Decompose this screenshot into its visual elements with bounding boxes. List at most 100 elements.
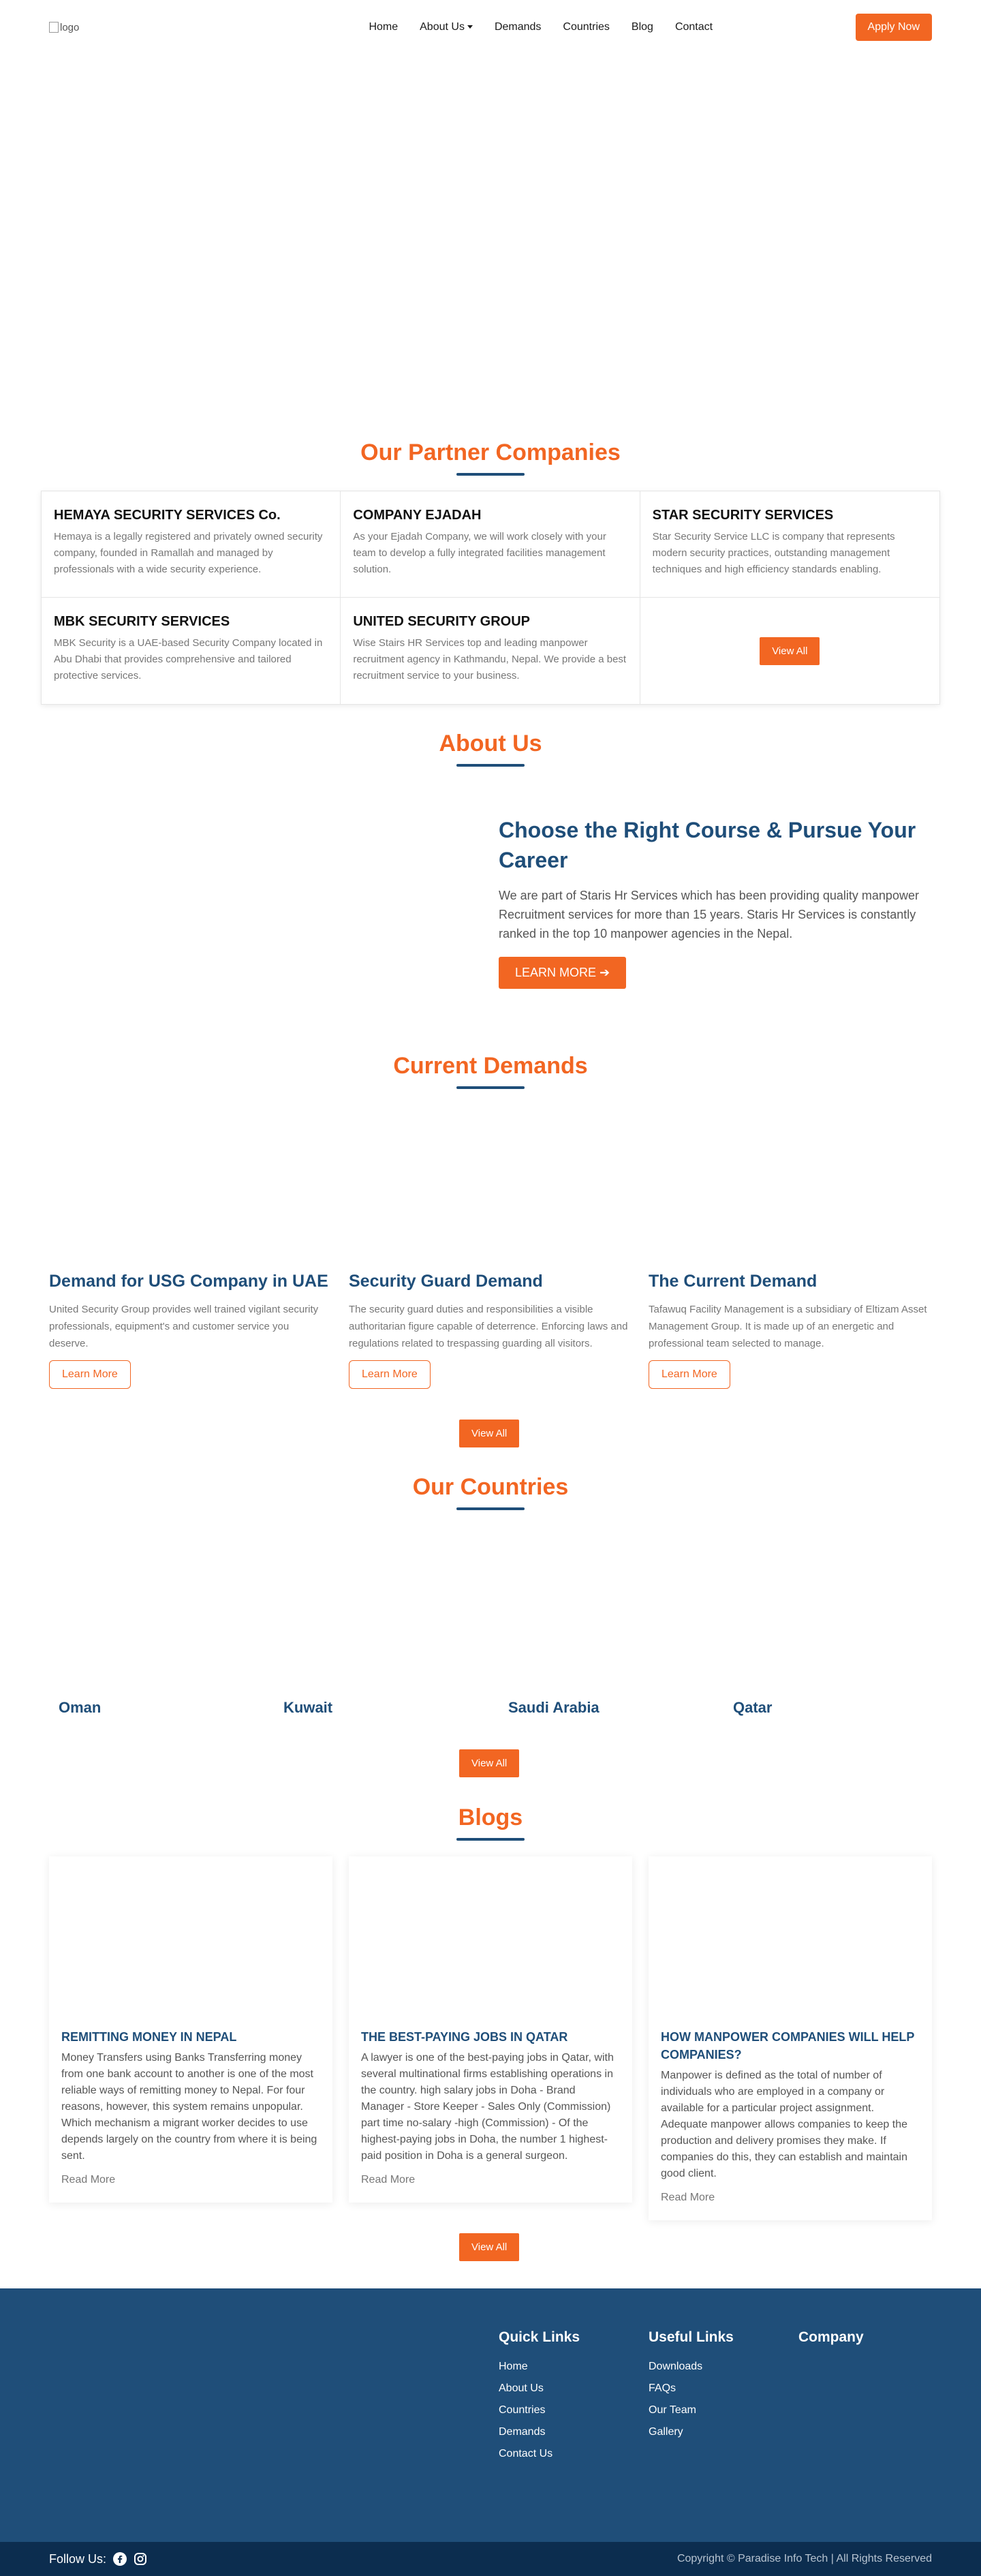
read-more-link[interactable]: Read More	[361, 2174, 620, 2186]
partner-desc: As your Ejadah Company, we will work clo…	[353, 531, 606, 575]
learn-more-button[interactable]: LEARN MORE ➔	[499, 957, 627, 989]
demand-desc: The security guard duties and responsibi…	[349, 1304, 628, 1349]
partner-desc: Hemaya is a legally registered and priva…	[54, 531, 323, 575]
title-underline	[456, 1086, 525, 1089]
footer-quick-links: Quick Links Home About Us Countries Dema…	[499, 2329, 580, 2470]
blogs-heading: Blogs	[0, 1805, 981, 1841]
demand-desc: Tafawuq Facility Management is a subsidi…	[649, 1304, 927, 1349]
apply-now-button[interactable]: Apply Now	[855, 14, 932, 41]
blog-image	[61, 1856, 320, 2025]
footer-bottom-bar: Follow Us: Copyright © Paradise Info Tec…	[0, 2542, 981, 2576]
demand-title: Demand for USG Company in UAE	[49, 1272, 328, 1291]
partner-name: HEMAYA SECURITY SERVICES Co.	[54, 508, 281, 523]
partner-card: MBK SECURITY SERVICES MBK Security is a U…	[42, 598, 341, 704]
partners-grid: HEMAYA SECURITY SERVICES Co. Hemaya is a …	[41, 491, 940, 705]
partner-desc: MBK Security is a UAE-based Security Com…	[54, 637, 323, 681]
about-content: Choose the Right Course & Pursue Your Ca…	[499, 815, 935, 989]
follow-label: Follow Us:	[49, 2551, 107, 2566]
demand-learn-more-button[interactable]: Learn More	[349, 1360, 431, 1389]
instagram-icon[interactable]	[134, 2552, 147, 2566]
footer-heading: Company	[798, 2329, 864, 2345]
demand-learn-more-button[interactable]: Learn More	[649, 1360, 730, 1389]
demand-desc: United Security Group provides well trai…	[49, 1304, 319, 1349]
section-title: Our Partner Companies	[360, 440, 621, 465]
nav-blog[interactable]: Blog	[632, 21, 653, 33]
read-more-link[interactable]: Read More	[661, 2192, 920, 2204]
country-saudi-arabia[interactable]: Saudi Arabia	[508, 1699, 600, 1717]
footer-link-home[interactable]: Home	[499, 2361, 580, 2373]
section-title: Current Demands	[393, 1053, 588, 1079]
country-oman[interactable]: Oman	[59, 1699, 101, 1717]
about-heading: About Us	[0, 731, 981, 767]
blog-card: HOW MANPOWER COMPANIES WILL HELP COMPANI…	[649, 1856, 932, 2220]
arrow-right-icon: ➔	[600, 966, 610, 979]
nav-demands[interactable]: Demands	[495, 21, 541, 33]
section-title: Our Countries	[412, 1474, 569, 1500]
countries-heading: Our Countries	[0, 1474, 981, 1510]
footer-company: Company	[798, 2329, 864, 2361]
demand-title: The Current Demand	[649, 1272, 818, 1291]
footer-link-gallery[interactable]: Gallery	[649, 2426, 734, 2438]
footer-link-our-team[interactable]: Our Team	[649, 2404, 734, 2417]
about-paragraph: We are part of Staris Hr Services which …	[499, 889, 919, 940]
partner-card: HEMAYA SECURITY SERVICES Co. Hemaya is a …	[42, 491, 341, 598]
blogs-view-all-button[interactable]: View All	[459, 2233, 520, 2261]
blog-excerpt: Money Transfers using Banks Transferring…	[61, 2052, 317, 2162]
partner-desc: Star Security Service LLC is company tha…	[652, 531, 895, 575]
title-underline	[456, 764, 525, 767]
blog-title[interactable]: HOW MANPOWER COMPANIES WILL HELP COMPANI…	[661, 2028, 920, 2064]
footer-link-downloads[interactable]: Downloads	[649, 2361, 734, 2373]
blog-excerpt: Manpower is defined as the total of numb…	[661, 2070, 907, 2179]
footer-heading: Useful Links	[649, 2329, 734, 2345]
partners-heading: Our Partner Companies	[0, 440, 981, 476]
partner-card: UNITED SECURITY GROUP Wise Stairs HR Serv…	[341, 598, 640, 704]
blog-image	[661, 1856, 920, 2025]
blog-title[interactable]: THE BEST-PAYING JOBS IN QATAR	[361, 2028, 620, 2046]
facebook-icon[interactable]	[113, 2552, 127, 2566]
footer-link-contact-us[interactable]: Contact Us	[499, 2448, 580, 2460]
broken-image-icon	[49, 22, 59, 33]
demand-card: The Current Demand Tafawuq Facility Mana…	[649, 1272, 932, 1389]
title-underline	[456, 1838, 525, 1841]
partner-name: UNITED SECURITY GROUP	[353, 614, 530, 629]
footer-heading: Quick Links	[499, 2329, 580, 2345]
section-title: About Us	[439, 731, 542, 756]
header: logo Home About Us Demands Countries Blo…	[49, 0, 932, 55]
about-heading-text: Choose the Right Course & Pursue Your Ca…	[499, 818, 916, 872]
country-qatar[interactable]: Qatar	[733, 1699, 772, 1717]
footer: Quick Links Home About Us Countries Dema…	[0, 2288, 981, 2542]
nav-contact[interactable]: Contact	[675, 21, 713, 33]
demands-heading: Current Demands	[0, 1053, 981, 1089]
read-more-link[interactable]: Read More	[61, 2174, 320, 2186]
footer-link-demands[interactable]: Demands	[499, 2426, 580, 2438]
demand-learn-more-button[interactable]: Learn More	[49, 1360, 131, 1389]
footer-link-countries[interactable]: Countries	[499, 2404, 580, 2417]
partner-name: MBK SECURITY SERVICES	[54, 614, 230, 629]
nav-countries[interactable]: Countries	[563, 21, 609, 33]
nav-about-us[interactable]: About Us	[420, 21, 473, 33]
country-kuwait[interactable]: Kuwait	[283, 1699, 332, 1717]
partner-card: COMPANY EJADAH As your Ejadah Company, we…	[341, 491, 640, 598]
partner-card: STAR SECURITY SERVICES Star Security Serv…	[640, 491, 939, 598]
blog-title[interactable]: REMITTING MONEY IN NEPAL	[61, 2028, 320, 2046]
main-nav: Home About Us Demands Countries Blog Con…	[369, 21, 713, 33]
blog-card: REMITTING MONEY IN NEPAL Money Transfers…	[49, 1856, 332, 2203]
copyright-text: Copyright © Paradise Info Tech | All Rig…	[676, 2553, 932, 2564]
partner-desc: Wise Stairs HR Services top and leading …	[353, 637, 627, 681]
nav-home[interactable]: Home	[369, 21, 398, 33]
footer-link-about-us[interactable]: About Us	[499, 2382, 580, 2395]
demands-view-all-button[interactable]: View All	[459, 1420, 520, 1447]
demand-card: Security Guard Demand The security guard…	[349, 1272, 628, 1389]
partners-view-all-button[interactable]: View All	[760, 637, 820, 665]
title-underline	[456, 1507, 525, 1510]
partner-view-all-cell: View All	[640, 598, 939, 704]
footer-link-faqs[interactable]: FAQs	[649, 2382, 734, 2395]
section-title: Blogs	[458, 1805, 523, 1830]
blog-image	[361, 1856, 620, 2025]
title-underline	[456, 473, 525, 476]
countries-view-all-button[interactable]: View All	[459, 1749, 520, 1777]
footer-useful-links: Useful Links Downloads FAQs Our Team Gal…	[649, 2329, 734, 2448]
logo[interactable]: logo	[49, 14, 131, 41]
partner-name: STAR SECURITY SERVICES	[652, 508, 834, 523]
partner-name: COMPANY EJADAH	[353, 508, 482, 523]
